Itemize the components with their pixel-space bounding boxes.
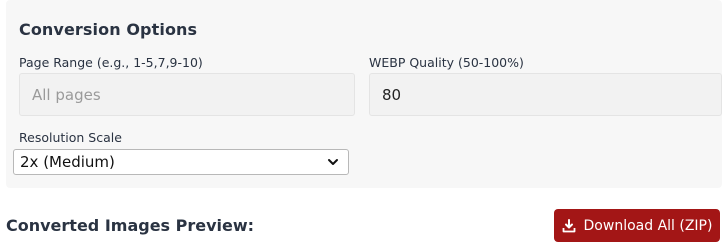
- page-range-input[interactable]: All pages: [19, 73, 355, 116]
- webp-quality-input[interactable]: 80: [369, 73, 722, 116]
- download-icon: [562, 218, 576, 233]
- panel-title: Conversion Options: [19, 20, 198, 39]
- resolution-scale-select[interactable]: 2x (Medium): [13, 149, 349, 175]
- resolution-scale-value: 2x (Medium): [20, 153, 115, 171]
- resolution-scale-label: Resolution Scale: [19, 130, 122, 145]
- chevron-down-icon: [326, 155, 340, 169]
- webp-quality-label: WEBP Quality (50-100%): [369, 55, 524, 70]
- preview-title: Converted Images Preview:: [6, 216, 255, 235]
- download-all-button[interactable]: Download All (ZIP): [554, 209, 720, 242]
- page-range-label: Page Range (e.g., 1-5,7,9-10): [19, 55, 203, 70]
- download-all-label: Download All (ZIP): [583, 217, 713, 234]
